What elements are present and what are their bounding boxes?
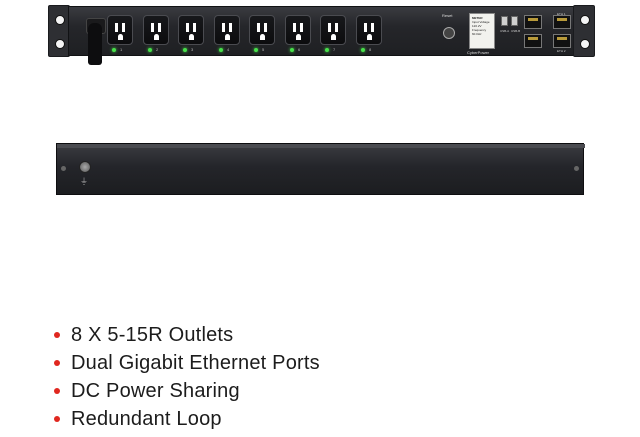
lcd-display: METER Input Voltage 120.2V Frequency 60.…	[469, 13, 495, 49]
feature-item: Redundant Loop	[53, 405, 320, 433]
ethernet-port-2[interactable]	[524, 34, 542, 48]
outlet-slot	[371, 23, 374, 32]
rear-screw-icon	[574, 166, 579, 171]
ethernet-port-1[interactable]	[524, 15, 542, 29]
outlet-slot	[335, 23, 338, 32]
ethernet-port-4[interactable]	[553, 34, 571, 48]
feature-item: DC Power Sharing	[53, 377, 320, 405]
mount-hole	[580, 39, 590, 49]
outlet-slot	[300, 23, 303, 32]
outlet-led-icon	[148, 48, 152, 52]
outlet-led-icon	[254, 48, 258, 52]
mount-hole	[55, 39, 65, 49]
outlet-slot	[328, 23, 331, 32]
outlet-ground	[189, 34, 194, 40]
outlet-slot	[158, 23, 161, 32]
outlet-7[interactable]	[320, 15, 346, 45]
mount-hole	[580, 15, 590, 25]
reset-label: Reset	[442, 13, 453, 18]
outlet-led-icon	[219, 48, 223, 52]
outlet-led-icon	[325, 48, 329, 52]
outlet-number: 5	[262, 47, 265, 52]
feature-text: 8 X 5-15R Outlets	[71, 324, 234, 346]
outlet-number: 4	[227, 47, 230, 52]
outlet-ground	[154, 34, 159, 40]
pdu-rear-body: ⏚	[56, 143, 585, 195]
outlet-number: 7	[333, 47, 336, 52]
outlet-led-icon	[183, 48, 187, 52]
eth1-label: ETH 1	[557, 12, 566, 16]
outlet-slot	[257, 23, 260, 32]
outlet-led-icon	[112, 48, 116, 52]
bullet-icon	[54, 388, 60, 394]
outlet-slot	[186, 23, 189, 32]
left-rack-ear	[48, 5, 70, 57]
outlet-ground	[367, 34, 372, 40]
brand-logo: CyberPower	[467, 50, 490, 55]
outlet-4[interactable]	[214, 15, 240, 45]
outlet-slot	[151, 23, 154, 32]
ground-symbol-icon: ⏚	[80, 177, 88, 186]
outlet-number: 1	[120, 47, 123, 52]
outlet-slot	[364, 23, 367, 32]
bullet-icon	[54, 416, 60, 422]
feature-text: Redundant Loop	[71, 408, 222, 430]
usb-b-port[interactable]	[511, 16, 518, 26]
outlet-2[interactable]	[143, 15, 169, 45]
power-cord	[88, 23, 102, 65]
feature-text: DC Power Sharing	[71, 380, 240, 402]
eth2-label: ETH 2	[557, 49, 566, 53]
outlet-slot	[222, 23, 225, 32]
rear-screw-icon	[61, 166, 66, 171]
feature-item: Dual Gigabit Ethernet Ports	[53, 349, 320, 377]
outlet-slot	[115, 23, 118, 32]
pdu-front-panel: 1 2 3 4 5 6 7 8 Reset METER Input Voltage 120.2…	[48, 5, 595, 65]
ethernet-port-3[interactable]	[553, 15, 571, 29]
feature-list: 8 X 5-15R Outlets Dual Gigabit Ethernet …	[53, 321, 320, 433]
outlet-led-icon	[361, 48, 365, 52]
outlet-6[interactable]	[285, 15, 311, 45]
outlet-ground	[225, 34, 230, 40]
outlet-slot	[264, 23, 267, 32]
outlet-8[interactable]	[356, 15, 382, 45]
pdu-rear-panel: ⏚	[56, 143, 585, 195]
outlet-slot	[193, 23, 196, 32]
usb-b-label: USB-B	[511, 29, 521, 33]
usb-a-port[interactable]	[501, 16, 508, 26]
rear-top-edge	[57, 144, 585, 148]
outlet-ground	[118, 34, 123, 40]
bullet-icon	[54, 332, 60, 338]
outlet-slot	[293, 23, 296, 32]
right-rack-ear	[573, 5, 595, 57]
outlet-ground	[296, 34, 301, 40]
outlet-number: 6	[298, 47, 301, 52]
pdu-front-body: 1 2 3 4 5 6 7 8 Reset METER Input Voltage 120.2…	[68, 6, 575, 56]
outlet-ground	[260, 34, 265, 40]
lcd-line4: 60.0Hz	[472, 32, 482, 36]
outlet-slot	[122, 23, 125, 32]
outlet-5[interactable]	[249, 15, 275, 45]
mount-hole	[55, 15, 65, 25]
outlet-3[interactable]	[178, 15, 204, 45]
ground-screw-icon	[79, 161, 91, 173]
outlet-ground	[331, 34, 336, 40]
usb-a-label: USB-A	[500, 29, 510, 33]
feature-item: 8 X 5-15R Outlets	[53, 321, 320, 349]
bullet-icon	[54, 360, 60, 366]
outlet-number: 3	[191, 47, 194, 52]
outlet-number: 8	[369, 47, 372, 52]
reset-button[interactable]	[443, 27, 455, 39]
outlet-slot	[229, 23, 232, 32]
outlet-number: 2	[156, 47, 159, 52]
outlet-1[interactable]	[107, 15, 133, 45]
feature-text: Dual Gigabit Ethernet Ports	[71, 352, 320, 374]
outlet-led-icon	[290, 48, 294, 52]
